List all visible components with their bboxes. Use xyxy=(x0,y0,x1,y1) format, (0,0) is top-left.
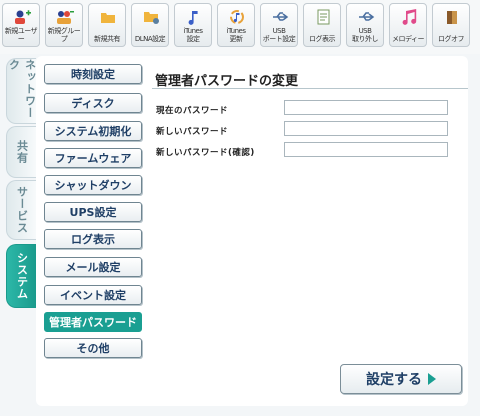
toolbar-label: USB ポート設定 xyxy=(262,27,296,43)
page-title: 管理者パスワードの変更 xyxy=(155,74,299,89)
toolbar-label: 新規ユーザー xyxy=(4,27,38,43)
confirm-password-input[interactable] xyxy=(284,142,448,157)
current-password-label: 現在のパスワード xyxy=(156,106,229,116)
toolbar-label: メロディー xyxy=(391,35,425,43)
toolbar-label: ログオフ xyxy=(438,35,465,43)
menu-admin-password[interactable]: 管理者パスワード xyxy=(44,312,142,332)
new-password-label: 新しいパスワード xyxy=(156,127,229,137)
menu-mail-settings[interactable]: メール設定 xyxy=(44,257,142,277)
toolbar: 新規ユーザー 新規グループ 新規共有 DLNA設定 iTunes 設定 iTun… xyxy=(0,0,480,54)
log-view-button[interactable]: ログ表示 xyxy=(303,3,341,47)
usb-remove-button[interactable]: USB 取り外し xyxy=(346,3,384,47)
menu-event-settings[interactable]: イベント設定 xyxy=(44,285,142,305)
menu-disk[interactable]: ディスク xyxy=(44,93,142,113)
new-share-folder-icon xyxy=(101,13,115,23)
logoff-button[interactable]: ログオフ xyxy=(432,3,470,47)
itunes-settings-icon xyxy=(188,11,198,25)
toolbar-label: iTunes 設定 xyxy=(183,27,203,43)
menu-shutdown[interactable]: シャットダウン xyxy=(44,175,142,195)
tab-service[interactable]: サービス xyxy=(6,180,36,240)
add-group-icon xyxy=(57,11,74,24)
new-password-input[interactable] xyxy=(284,121,448,136)
menu-time-settings[interactable]: 時刻設定 xyxy=(44,64,142,84)
toolbar-label: DLNA設定 xyxy=(134,35,166,43)
itunes-update-icon xyxy=(230,10,244,24)
itunes-update-button[interactable]: iTunes 更新 xyxy=(217,3,255,47)
arrow-right-icon xyxy=(428,373,436,385)
dlna-settings-button[interactable]: DLNA設定 xyxy=(131,3,169,47)
usb-port-icon xyxy=(273,12,289,21)
submit-button[interactable]: 設定する xyxy=(340,364,462,394)
logoff-icon xyxy=(447,11,457,24)
tab-network[interactable]: ネットワーク xyxy=(6,58,37,124)
dlna-icon xyxy=(144,12,159,24)
menu-log-view[interactable]: ログ表示 xyxy=(44,229,142,249)
menu-ups-settings[interactable]: UPS設定 xyxy=(44,202,142,222)
melody-button[interactable]: メロディー xyxy=(389,3,427,47)
menu-system-init[interactable]: システム初期化 xyxy=(44,121,142,141)
itunes-settings-button[interactable]: iTunes 設定 xyxy=(174,3,212,47)
menu-firmware[interactable]: ファームウェア xyxy=(44,148,142,168)
usb-port-settings-button[interactable]: USB ポート設定 xyxy=(260,3,298,47)
melody-icon xyxy=(402,9,417,25)
new-group-button[interactable]: 新規グループ xyxy=(45,3,83,47)
toolbar-label: USB 取り外し xyxy=(352,27,379,43)
toolbar-label: 新規共有 xyxy=(94,35,121,43)
title-divider xyxy=(152,88,468,89)
usb-remove-icon xyxy=(359,12,375,21)
add-user-icon xyxy=(15,10,31,24)
toolbar-label: iTunes 更新 xyxy=(226,27,246,43)
new-user-button[interactable]: 新規ユーザー xyxy=(2,3,40,47)
submit-button-label: 設定する xyxy=(366,372,422,388)
tab-system[interactable]: システム xyxy=(6,244,36,308)
toolbar-label: ログ表示 xyxy=(309,35,336,43)
log-view-icon xyxy=(317,9,330,25)
tab-share[interactable]: 共有 xyxy=(6,126,36,178)
confirm-password-label: 新しいパスワード(確認) xyxy=(156,148,255,158)
toolbar-label: 新規グループ xyxy=(47,27,81,43)
menu-other[interactable]: その他 xyxy=(44,338,142,358)
new-share-button[interactable]: 新規共有 xyxy=(88,3,126,47)
current-password-input[interactable] xyxy=(284,100,448,115)
